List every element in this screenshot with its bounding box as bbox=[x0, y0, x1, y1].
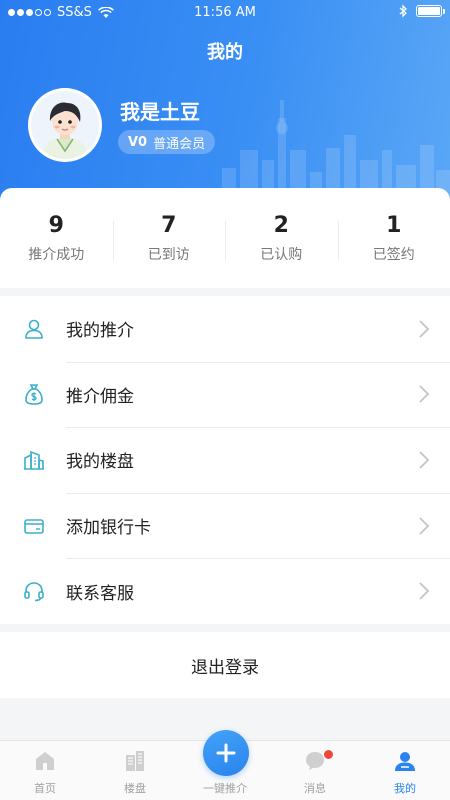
chevron-right-icon bbox=[419, 320, 430, 338]
headset-icon bbox=[22, 579, 46, 603]
stat-subscribed[interactable]: 2 已认购 bbox=[225, 213, 338, 264]
profile-header: SS&S 11:56 AM 我的 我是土豆 V0 普通会员 bbox=[0, 0, 450, 212]
user-icon bbox=[395, 752, 415, 771]
status-bar: SS&S 11:56 AM bbox=[0, 0, 450, 26]
stat-label: 已签约 bbox=[372, 246, 415, 263]
logout-button[interactable]: 退出登录 bbox=[0, 632, 450, 698]
stat-value: 1 bbox=[386, 212, 402, 238]
money-bag-icon bbox=[22, 382, 46, 406]
stat-label: 推介成功 bbox=[28, 246, 85, 263]
username: 我是土豆 bbox=[120, 100, 200, 124]
menu-item-label: 我的楼盘 bbox=[66, 452, 134, 473]
plus-icon bbox=[216, 743, 236, 763]
chevron-right-icon bbox=[419, 516, 430, 535]
tab-mine[interactable]: 我的 bbox=[360, 741, 450, 800]
stat-label: 已到访 bbox=[147, 246, 190, 263]
stat-referral-success[interactable]: 9 推介成功 bbox=[0, 213, 113, 264]
stat-visited[interactable]: 7 已到访 bbox=[112, 212, 226, 264]
menu-item-label: 添加银行卡 bbox=[66, 518, 151, 539]
menu-item-my-properties[interactable]: 我的楼盘 bbox=[0, 427, 450, 493]
menu-list: 我的推介 推介佣金 我的楼盘 添加银行卡 联系客服 bbox=[0, 296, 450, 624]
member-level-badge: V0 普通会员 bbox=[118, 130, 216, 154]
quick-referral-button[interactable] bbox=[203, 730, 249, 776]
chevron-right-icon bbox=[419, 451, 430, 469]
menu-item-label: 联系客服 bbox=[66, 583, 134, 604]
menu-item-add-bank-card[interactable]: 添加银行卡 bbox=[0, 492, 450, 559]
tab-label: 首页 bbox=[34, 782, 56, 795]
unread-badge-dot bbox=[323, 749, 334, 760]
building-icon bbox=[22, 448, 46, 472]
member-level: V0 bbox=[128, 134, 148, 150]
tab-home[interactable]: 首页 bbox=[0, 741, 90, 800]
chevron-right-icon bbox=[419, 582, 430, 600]
page-title: 我的 bbox=[207, 42, 243, 63]
stats-card: 9 推介成功 7 已到访 2 已认购 1 已签约 bbox=[0, 188, 450, 288]
menu-item-my-referrals[interactable]: 我的推介 bbox=[0, 296, 450, 362]
battery-icon bbox=[416, 5, 445, 17]
tab-messages[interactable]: 消息 bbox=[270, 741, 360, 800]
stat-value: 2 bbox=[273, 212, 289, 238]
avatar-image bbox=[31, 91, 99, 159]
tab-label: 消息 bbox=[304, 782, 326, 795]
tab-properties[interactable]: 楼盘 bbox=[90, 741, 180, 800]
menu-item-customer-service[interactable]: 联系客服 bbox=[0, 558, 450, 624]
tab-label: 楼盘 bbox=[124, 782, 146, 795]
tab-label: 我的 bbox=[394, 782, 416, 795]
home-icon bbox=[36, 752, 54, 770]
status-time: 11:56 AM bbox=[194, 5, 256, 20]
bluetooth-icon bbox=[399, 4, 407, 18]
stat-label: 已认购 bbox=[260, 246, 303, 263]
menu-item-label: 我的推介 bbox=[66, 321, 134, 342]
menu-item-label: 推介佣金 bbox=[66, 386, 134, 407]
tab-label: 一键推介 bbox=[203, 782, 247, 795]
stat-value: 7 bbox=[161, 212, 177, 238]
person-icon bbox=[22, 317, 46, 341]
card-icon bbox=[22, 514, 46, 538]
chevron-right-icon bbox=[419, 385, 430, 404]
buildings-icon bbox=[126, 751, 144, 771]
member-type: 普通会员 bbox=[153, 136, 206, 152]
stat-signed[interactable]: 1 已签约 bbox=[337, 212, 450, 264]
menu-item-commission[interactable]: 推介佣金 bbox=[0, 361, 450, 428]
stat-value: 9 bbox=[48, 212, 64, 238]
avatar[interactable] bbox=[28, 88, 102, 162]
